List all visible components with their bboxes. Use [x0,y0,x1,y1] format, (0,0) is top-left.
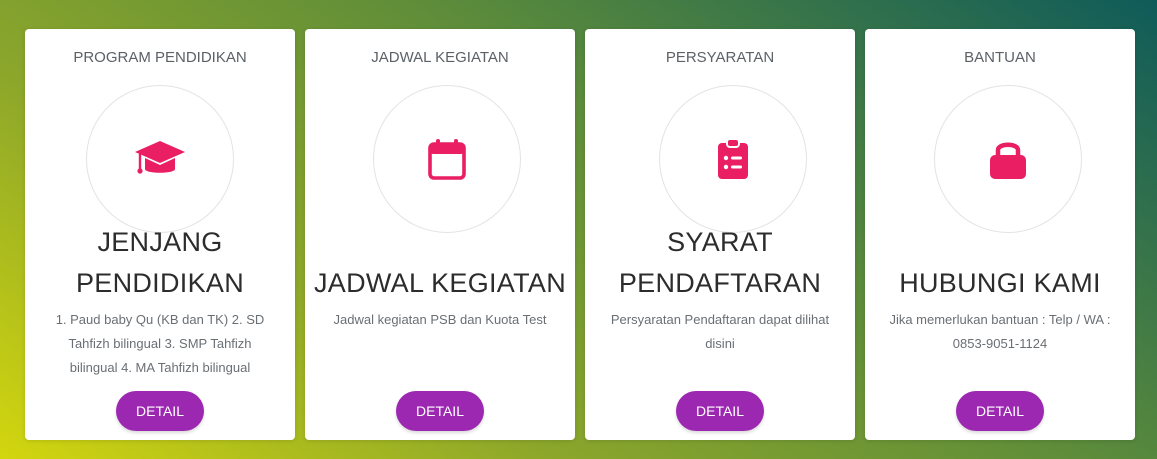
card-title: JADWAL KEGIATAN [313,268,567,298]
card-title-line1: JENJANG [97,227,223,257]
card-jadwal-kegiatan: JADWAL KEGIATAN JADWAL KEGIATAN Jadwal k… [305,29,575,440]
card-title-line2: PENDIDIKAN [75,268,245,298]
card-category: PERSYARATAN [665,49,775,66]
card-description: Jika memerlukan bantuan : Telp / WA : 08… [889,312,1111,351]
card-description: Persyaratan Pendaftaran dapat dilihat di… [610,312,830,351]
detail-button[interactable]: DETAIL [676,391,764,431]
clipboard-list-icon [717,138,749,180]
lock-icon [989,138,1027,180]
detail-button[interactable]: DETAIL [956,391,1044,431]
icon-circle [373,85,521,233]
graduation-cap-icon [134,139,186,179]
card-title-line1: SYARAT [667,227,773,257]
card-program-pendidikan: PROGRAM PENDIDIKAN JENJANG PENDIDIKAN 1.… [25,29,295,440]
card-persyaratan: PERSYARATAN SYARAT PENDAFTARAN Persyarat… [585,29,855,440]
card-category: JADWAL KEGIATAN [371,49,509,66]
card-title-line2: PENDAFTARAN [618,268,822,298]
detail-button[interactable]: DETAIL [396,391,484,431]
icon-circle [659,85,807,233]
card-bantuan: BANTUAN HUBUNGI KAMI Jika memerlukan ban… [865,29,1135,440]
card-title: HUBUNGI KAMI [899,268,1101,298]
card-title: JENJANG PENDIDIKAN [25,222,295,304]
calendar-icon [428,138,466,180]
card-description: 1. Paud baby Qu (KB dan TK) 2. SD Tahfiz… [55,312,265,375]
card-title: SYARAT PENDAFTARAN [585,222,855,304]
card-category: BANTUAN [964,49,1036,66]
detail-button[interactable]: DETAIL [116,391,204,431]
card-category: PROGRAM PENDIDIKAN [73,49,247,66]
card-description: Jadwal kegiatan PSB dan Kuota Test [333,312,547,327]
icon-circle [86,85,234,233]
icon-circle [934,85,1082,233]
